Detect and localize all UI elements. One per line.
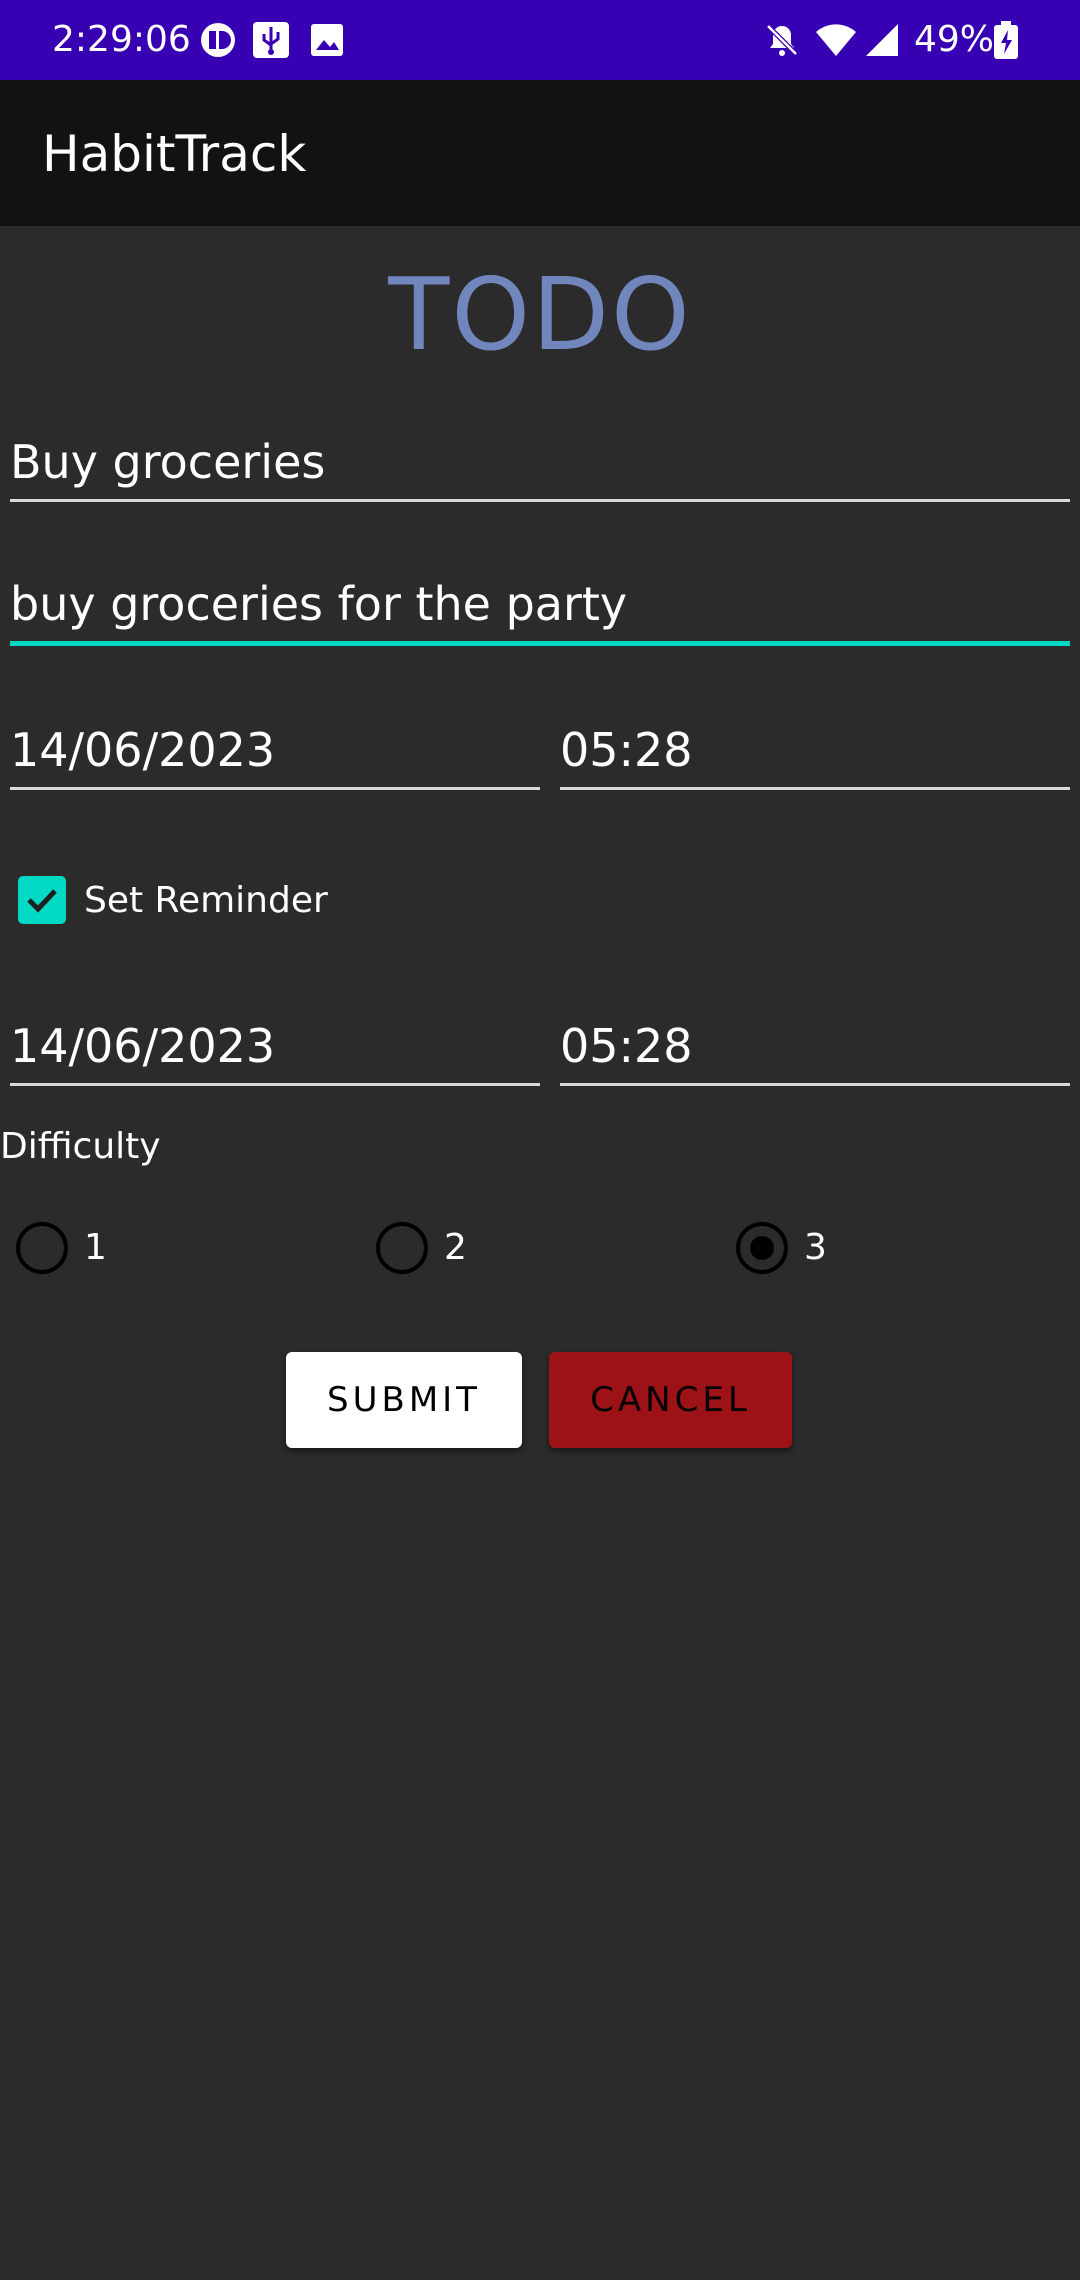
status-bar: 2:29:06 49% (0, 0, 1080, 80)
cell-signal-icon (862, 20, 902, 60)
due-time-field[interactable]: 05:28 (560, 720, 1070, 790)
title-input[interactable]: Buy groceries (10, 432, 1070, 502)
description-input-value: buy groceries for the party (10, 577, 628, 631)
wifi-icon (814, 20, 858, 60)
difficulty-radio-2[interactable] (376, 1222, 428, 1274)
image-icon (307, 20, 347, 60)
difficulty-label: Difficulty (0, 1126, 161, 1167)
radio-selected-dot (750, 1236, 774, 1260)
battery-charging-icon (992, 20, 1020, 60)
due-date-value: 14/06/2023 (10, 723, 276, 777)
difficulty-radio-3-label[interactable]: 3 (804, 1222, 827, 1274)
difficulty-radio-2-label[interactable]: 2 (444, 1222, 467, 1274)
battery-percentage: 49% (914, 19, 995, 60)
checkmark-icon (27, 889, 57, 913)
difficulty-radio-1[interactable] (16, 1222, 68, 1274)
app-screen: 2:29:06 49% HabitTrack TODO Buy grocerie… (0, 0, 1080, 2280)
page-heading: TODO (388, 256, 692, 373)
status-time: 2:29:06 (52, 19, 191, 60)
difficulty-radio-1-label[interactable]: 1 (84, 1222, 107, 1274)
description-input[interactable]: buy groceries for the party (10, 576, 1070, 646)
due-time-value: 05:28 (560, 723, 693, 777)
reminder-date-field[interactable]: 14/06/2023 (10, 1016, 540, 1086)
set-reminder-checkbox[interactable] (18, 876, 66, 924)
reminder-time-value: 05:28 (560, 1019, 693, 1073)
notifications-off-icon (762, 20, 802, 60)
reminder-date-value: 14/06/2023 (10, 1019, 276, 1073)
usb-icon (251, 20, 291, 60)
app-bar: HabitTrack (0, 80, 1080, 226)
submit-button[interactable]: SUBMIT (286, 1352, 522, 1448)
title-input-value: Buy groceries (10, 435, 326, 489)
app-notification-icon (198, 20, 238, 60)
set-reminder-label[interactable]: Set Reminder (84, 876, 328, 926)
due-date-field[interactable]: 14/06/2023 (10, 720, 540, 790)
app-title: HabitTrack (42, 125, 307, 183)
reminder-time-field[interactable]: 05:28 (560, 1016, 1070, 1086)
cancel-button[interactable]: CANCEL (549, 1352, 792, 1448)
difficulty-radio-3[interactable] (736, 1222, 788, 1274)
